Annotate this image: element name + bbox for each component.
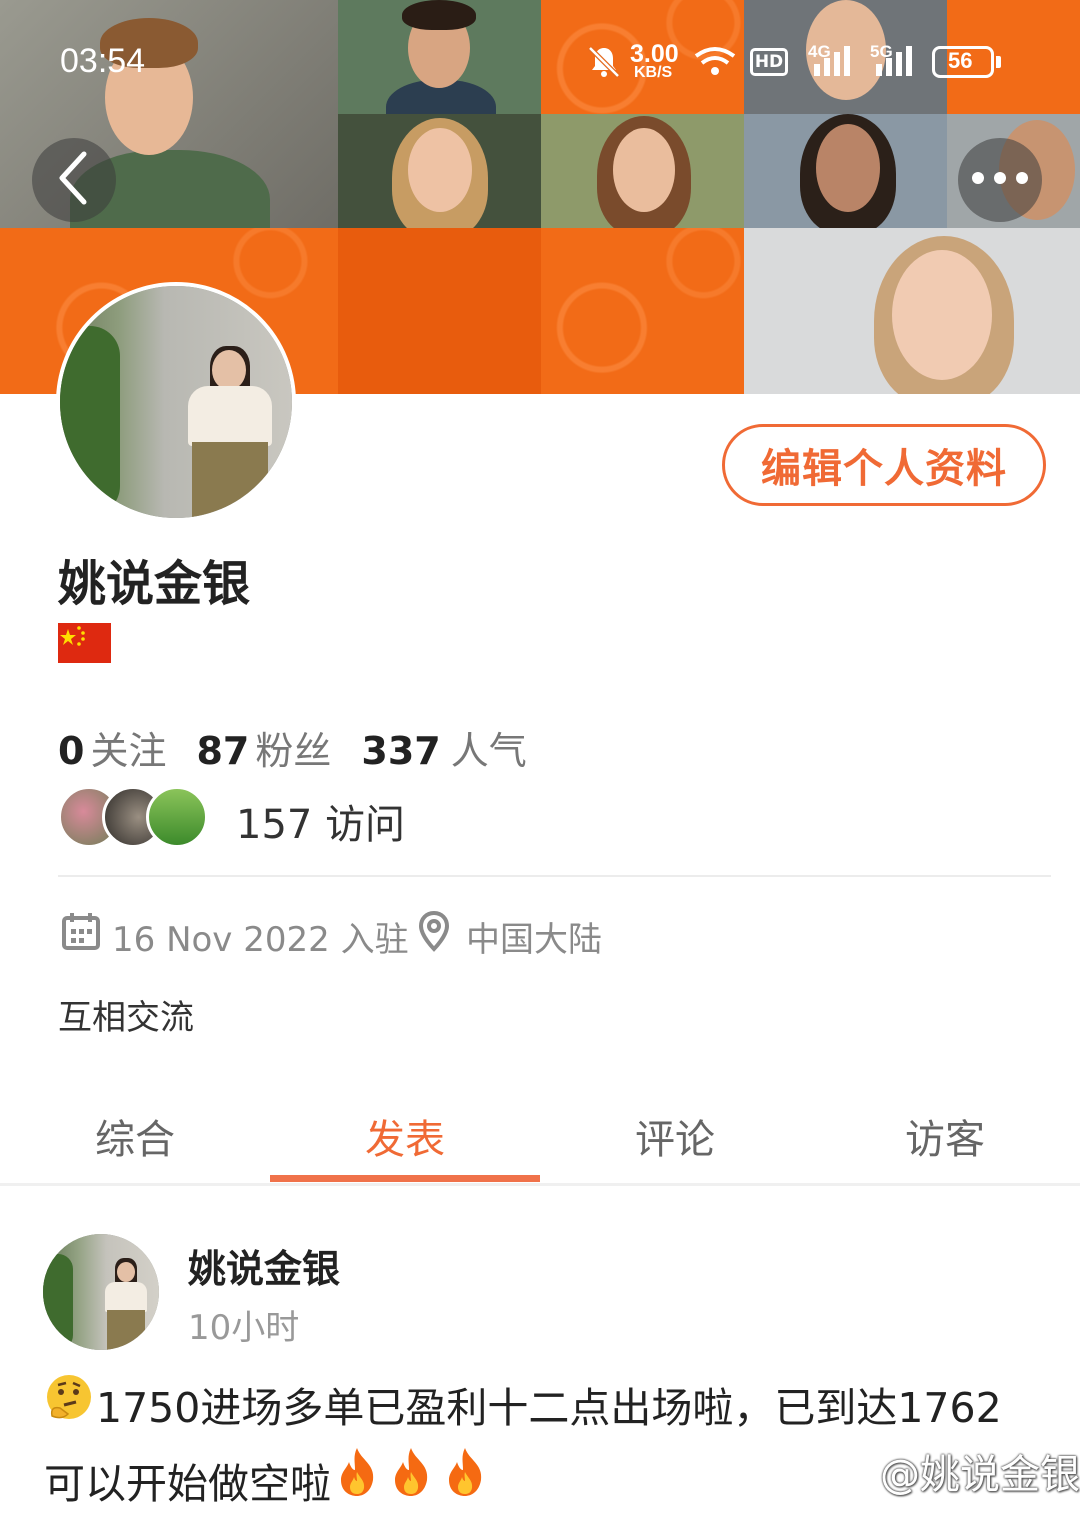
- profile-bio: 互相交流: [58, 998, 194, 1038]
- following-label[interactable]: 关注: [90, 720, 166, 775]
- divider: [58, 875, 1051, 877]
- followers-count[interactable]: 87: [196, 729, 249, 773]
- cover-photo-woman-glasses: [744, 114, 947, 228]
- location-pin-icon: [418, 910, 450, 956]
- profile-stats: 0 关注 87 粉丝 337 人气: [58, 720, 527, 775]
- back-button[interactable]: [32, 138, 116, 222]
- status-bar: 03:54 3.00 KB/S HD 4G 5G 56: [0, 0, 1080, 120]
- tab-comments[interactable]: 评论: [540, 1088, 810, 1184]
- location: 中国大陆: [466, 920, 602, 960]
- thinking-face-icon: [44, 1370, 94, 1446]
- followers-label[interactable]: 粉丝: [255, 720, 331, 775]
- hd-badge: HD: [750, 48, 788, 76]
- post-text-line-1: 1750进场多单已盈利十二点出场啦，已到达1762: [96, 1384, 1002, 1432]
- net-speed-unit: KB/S: [634, 64, 673, 81]
- post-text-line-2: 可以开始做空啦: [44, 1460, 331, 1508]
- visits-count[interactable]: 157 访问: [236, 792, 405, 850]
- popularity-label: 人气: [450, 729, 527, 773]
- visitor-avatars[interactable]: [58, 786, 218, 848]
- profile-tabs: 综合 发表 评论 访客: [0, 1088, 1080, 1184]
- post-author-name[interactable]: 姚说金银: [188, 1238, 340, 1293]
- active-tab-indicator: [270, 1175, 540, 1182]
- mute-bell-icon: [586, 44, 622, 84]
- visitor-avatar: [146, 786, 208, 848]
- cover-orange-tile: [338, 228, 541, 394]
- cover-orange-tile: [541, 228, 744, 394]
- china-flag-icon: [58, 623, 111, 663]
- fire-icon: [333, 1446, 381, 1522]
- post-line: 1750进场多单已盈利十二点出场啦，已到达1762: [44, 1370, 1044, 1446]
- tab-overview[interactable]: 综合: [0, 1088, 270, 1184]
- divider: [0, 1183, 1080, 1186]
- tab-visitors[interactable]: 访客: [810, 1088, 1080, 1184]
- fire-icon: [441, 1446, 489, 1522]
- cover-photo-woman-laughing: [744, 228, 1080, 394]
- profile-avatar[interactable]: [56, 282, 296, 522]
- join-date: 16 Nov 2022 入驻: [112, 920, 409, 960]
- signal-5g-icon: [870, 44, 918, 82]
- fire-icon: [387, 1446, 435, 1522]
- battery-level: 56: [948, 48, 973, 73]
- watermark: @姚说金银: [880, 1452, 1080, 1498]
- signal-4g-icon: [808, 44, 856, 82]
- more-dots-icon: [970, 170, 1030, 190]
- calendar-icon: [60, 910, 102, 956]
- profile-name: 姚说金银: [58, 556, 251, 612]
- post-author-avatar[interactable]: [43, 1234, 159, 1350]
- edit-profile-button[interactable]: 编辑个人资料: [722, 424, 1046, 506]
- more-button[interactable]: [958, 138, 1042, 222]
- chevron-left-icon: [54, 148, 94, 212]
- battery-tip: [996, 56, 1001, 68]
- cover-photo-woman-brunette: [541, 114, 744, 228]
- tab-posts[interactable]: 发表: [270, 1088, 540, 1184]
- following-count[interactable]: 0: [58, 729, 84, 773]
- wifi-icon: [694, 46, 736, 82]
- watermark-logo-icon: [842, 1448, 876, 1492]
- post-timestamp: 10小时: [188, 1308, 300, 1348]
- status-time: 03:54: [60, 42, 146, 80]
- cover-photo-woman-blonde: [338, 114, 541, 228]
- popularity-count: 337: [361, 729, 441, 773]
